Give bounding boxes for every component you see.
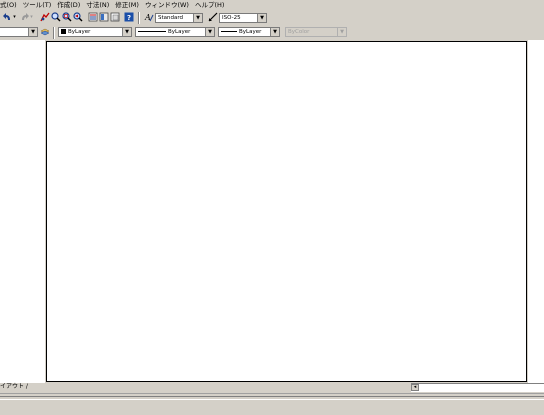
redo-dropdown-icon[interactable]: ▾ <box>29 12 34 22</box>
drawing-canvas[interactable] <box>46 41 527 382</box>
toolbar-separator <box>138 12 140 24</box>
undo-icon[interactable] <box>2 12 12 22</box>
linetype-value: ByLayer <box>138 28 190 36</box>
chevron-down-icon[interactable]: ▼ <box>257 14 266 22</box>
chevron-down-icon[interactable]: ▼ <box>193 14 202 22</box>
redo-icon[interactable] <box>19 12 29 22</box>
autocad-window: 式(O) ツール(T) 作成(D) 寸法(N) 修正(M) ウィンドウ(W) ヘ… <box>0 0 544 415</box>
status-bar <box>0 393 544 415</box>
zoom-realtime-icon[interactable] <box>51 12 61 22</box>
color-label: ByLayer <box>68 29 91 35</box>
linetype-label: ByLayer <box>168 29 191 35</box>
lineweight-label: ByLayer <box>239 29 262 35</box>
layer-select[interactable]: ▼ <box>0 27 38 37</box>
plotstyle-value: ByColor <box>288 29 310 35</box>
menu-format[interactable]: 式(O) <box>0 0 20 10</box>
design-center-icon[interactable] <box>99 12 109 22</box>
layout-tab-bar: イアウト / ◂ <box>0 383 544 392</box>
properties-icon[interactable] <box>88 12 98 22</box>
layer-icon[interactable] <box>40 27 50 37</box>
menu-draw[interactable]: 作成(D) <box>54 0 83 10</box>
tab-layout[interactable]: イアウト / <box>0 383 28 391</box>
menu-dimension[interactable]: 寸法(N) <box>83 0 112 10</box>
tool-palettes-icon[interactable] <box>110 12 120 22</box>
lineweight-sample <box>221 31 237 32</box>
zoom-previous-icon[interactable] <box>73 12 83 22</box>
menu-modify[interactable]: 修正(M) <box>112 0 142 10</box>
lineweight-value: ByLayer <box>221 28 261 36</box>
color-swatch <box>61 29 66 34</box>
standard-toolbar: ▾ ▾ ? A Standard ▼ ISO-25 ▼ <box>0 11 544 25</box>
chevron-down-icon[interactable]: ▼ <box>28 28 37 36</box>
text-style-value: Standard <box>158 15 184 21</box>
dim-style-icon[interactable] <box>208 12 218 22</box>
right-side-area <box>528 40 544 383</box>
status-divider <box>0 396 544 400</box>
menu-tools[interactable]: ツール(T) <box>20 0 55 10</box>
menu-bar: 式(O) ツール(T) 作成(D) 寸法(N) 修正(M) ウィンドウ(W) ヘ… <box>0 0 544 10</box>
text-style-icon[interactable]: A <box>144 12 154 22</box>
properties-toolbar: ▼ ByLayer ▼ ByLayer ▼ ByLayer ▼ ByColor … <box>0 26 544 39</box>
scroll-left-icon[interactable]: ◂ <box>411 384 419 391</box>
zoom-window-icon[interactable] <box>62 12 72 22</box>
linetype-select[interactable]: ByLayer ▼ <box>135 27 215 37</box>
chevron-down-icon[interactable]: ▼ <box>205 28 214 36</box>
linetype-sample <box>138 31 166 32</box>
menu-window[interactable]: ウィンドウ(W) <box>142 0 192 10</box>
horizontal-scrollbar[interactable]: ◂ <box>411 383 544 392</box>
dim-style-select[interactable]: ISO-25 ▼ <box>219 13 267 23</box>
undo-dropdown-icon[interactable]: ▾ <box>12 12 17 22</box>
svg-text:?: ? <box>127 14 131 22</box>
help-icon[interactable]: ? <box>124 12 134 22</box>
color-value: ByLayer <box>61 28 90 36</box>
toolbar-separator <box>53 27 55 39</box>
dim-style-value: ISO-25 <box>222 15 241 21</box>
text-style-select[interactable]: Standard ▼ <box>155 13 203 23</box>
lineweight-select[interactable]: ByLayer ▼ <box>218 27 280 37</box>
left-side-area <box>0 40 45 383</box>
chevron-down-icon: ▼ <box>337 28 346 36</box>
menu-help[interactable]: ヘルプ(H) <box>192 0 227 10</box>
chevron-down-icon[interactable]: ▼ <box>270 28 279 36</box>
chevron-down-icon[interactable]: ▼ <box>122 28 131 36</box>
plotstyle-select: ByColor ▼ <box>285 27 347 37</box>
color-select[interactable]: ByLayer ▼ <box>58 27 132 37</box>
pan-icon[interactable] <box>40 12 50 22</box>
